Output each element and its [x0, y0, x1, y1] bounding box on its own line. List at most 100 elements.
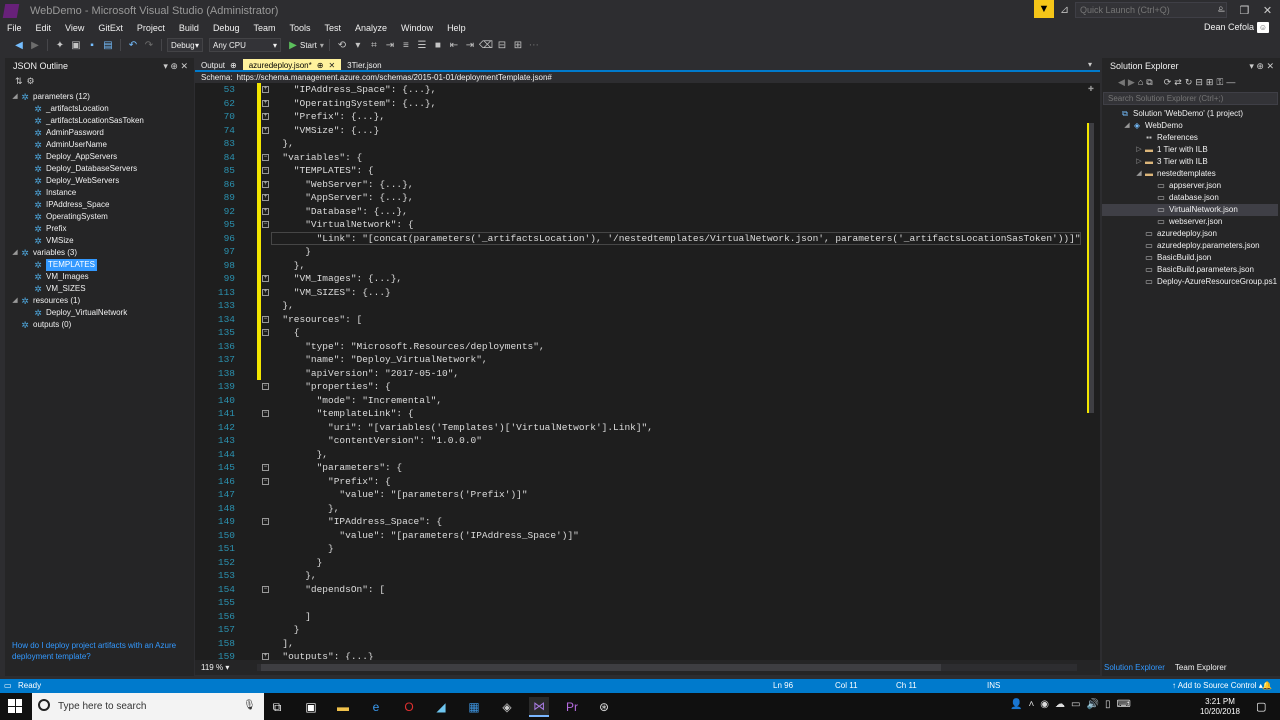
navigate-forward-icon[interactable]: ▶	[28, 38, 42, 52]
code-line[interactable]: },	[271, 569, 316, 582]
code-line[interactable]: "VirtualNetwork": {	[271, 218, 413, 231]
expanded-arrow-icon[interactable]: ◢	[1134, 168, 1144, 180]
code-line[interactable]: "parameters": {	[271, 461, 403, 474]
menu-window[interactable]: Window	[394, 21, 440, 35]
expanded-arrow-icon[interactable]: ◢	[10, 295, 20, 307]
save-icon[interactable]: ▪	[85, 38, 99, 52]
undo-icon[interactable]: ↶	[126, 38, 140, 52]
menu-file[interactable]: File	[0, 21, 29, 35]
tray-app-icon[interactable]: ◉	[1040, 699, 1049, 710]
outline-item[interactable]: ✲ AdminPassword	[33, 127, 104, 139]
code-line[interactable]: "value": "[parameters('Prefix')]"	[271, 488, 527, 501]
collapse-fold-icon[interactable]: −	[262, 585, 269, 593]
new-project-icon[interactable]: ✦	[53, 38, 67, 52]
outline-item[interactable]: ✲ _artifactsLocation	[33, 103, 108, 115]
solution-item[interactable]: ▭ appserver.json	[1146, 180, 1221, 192]
solution-item[interactable]: ▭ BasicBuild.json	[1134, 252, 1211, 264]
outline-item[interactable]: ✲ IPAddress_Space	[33, 199, 109, 211]
collapse-fold-icon[interactable]: −	[262, 477, 269, 485]
tray-chevron-icon[interactable]: ˄	[1028, 699, 1034, 710]
menu-help[interactable]: Help	[440, 21, 473, 35]
expanded-arrow-icon[interactable]: ◢	[1122, 120, 1132, 132]
collapse-fold-icon[interactable]: −	[262, 167, 269, 174]
solution-item[interactable]: ▭ BasicBuild.parameters.json	[1134, 264, 1254, 276]
outline-item[interactable]: ◢ ✲ parameters (12)	[10, 91, 90, 103]
code-line[interactable]: "VM_SIZES": {...}	[271, 286, 391, 299]
solution-configuration-dropdown[interactable]: Debug ▾	[167, 38, 203, 52]
save-all-icon[interactable]: ▤	[101, 38, 115, 52]
code-line[interactable]: },	[271, 299, 293, 312]
collapse-fold-icon[interactable]: −	[262, 221, 269, 228]
code-line[interactable]: "Database": {...},	[271, 205, 408, 218]
expand-fold-icon[interactable]: +	[262, 194, 269, 201]
expand-fold-icon[interactable]: +	[262, 113, 269, 120]
code-line[interactable]: },	[271, 259, 305, 272]
expand-fold-icon[interactable]: +	[262, 126, 269, 134]
code-line[interactable]: "VM_Images": {...},	[271, 272, 402, 285]
user-name[interactable]: Dean Cefola	[1204, 22, 1254, 32]
solution-item[interactable]: ◢ ▬ nestedtemplates	[1134, 168, 1215, 180]
menu-team[interactable]: Team	[246, 21, 282, 35]
collapsed-arrow-icon[interactable]: ▷	[1134, 156, 1144, 168]
collapse-fold-icon[interactable]: −	[262, 410, 269, 417]
toolbar-dropdown-icon[interactable]: ▾	[351, 38, 365, 52]
start-button[interactable]: ▶ Start ▾	[289, 38, 324, 52]
network-icon[interactable]: ▭	[1071, 699, 1080, 710]
solution-item[interactable]: ▭ database.json	[1146, 192, 1219, 204]
windows-start-icon[interactable]	[8, 699, 22, 713]
expanded-arrow-icon[interactable]: ◢	[10, 247, 20, 259]
code-line[interactable]: },	[271, 137, 293, 150]
cloud-app-icon[interactable]: ⊛	[594, 697, 614, 717]
collapse-fold-icon[interactable]: −	[262, 383, 269, 390]
expand-fold-icon[interactable]: +	[262, 86, 269, 93]
expanded-arrow-icon[interactable]: ◢	[10, 91, 20, 103]
code-line[interactable]: "variables": {	[271, 151, 362, 164]
outline-help-link[interactable]: How do I deploy project artifacts with a…	[12, 640, 192, 662]
outline-item[interactable]: ✲ Instance	[33, 187, 76, 199]
outline-item[interactable]: ✲ Prefix	[33, 223, 66, 235]
code-line[interactable]: "uri": "[variables('Templates')['Virtual…	[271, 421, 653, 434]
split-editor-icon[interactable]: ✚	[1088, 85, 1094, 93]
code-line[interactable]: "OperatingSystem": {...},	[271, 97, 437, 110]
switch-views-icon[interactable]: ⧉	[1146, 77, 1152, 88]
code-line[interactable]: },	[271, 502, 339, 515]
outline-item[interactable]: ✲ _artifactsLocationSasToken	[33, 115, 144, 127]
collapsed-arrow-icon[interactable]: ▷	[1134, 144, 1144, 156]
menu-debug[interactable]: Debug	[206, 21, 247, 35]
outdent-icon[interactable]: ≡	[399, 38, 413, 52]
battery-icon[interactable]: ▯	[1105, 699, 1111, 710]
powershell-icon[interactable]: ▦	[464, 697, 484, 717]
indent-icon[interactable]: ☰	[415, 38, 429, 52]
solution-item[interactable]: ▭ azuredeploy.json	[1134, 228, 1217, 240]
code-line[interactable]: "templateLink": {	[271, 407, 414, 420]
panel-tab[interactable]: Solution Explorer	[1104, 663, 1165, 672]
code-line[interactable]: ]	[271, 610, 311, 623]
volume-icon[interactable]: 🔊	[1086, 699, 1098, 710]
find-icon[interactable]: ⌗	[367, 38, 381, 52]
outline-item[interactable]: ✲ Deploy_VirtualNetwork	[33, 307, 127, 319]
panel-options-icon[interactable]: ▾ ⊕ ✕	[163, 61, 188, 72]
code-line[interactable]: "IPAddress_Space": {	[271, 515, 442, 528]
code-line[interactable]: "resources": [	[271, 313, 362, 326]
collapse-all-icon[interactable]: ⊟	[1195, 77, 1203, 88]
taskbar-search-box[interactable]: Type here to search	[32, 693, 264, 720]
zoom-level[interactable]: 119 % ▾	[195, 663, 247, 672]
properties-icon[interactable]: ⚿	[1216, 77, 1223, 88]
collapse-fold-icon[interactable]: −	[262, 518, 269, 525]
outline-item[interactable]: ✲ OperatingSystem	[33, 211, 108, 223]
code-line[interactable]: "Prefix": {...},	[271, 110, 385, 123]
code-line[interactable]: "TEMPLATES": {	[271, 164, 374, 177]
code-line[interactable]: "contentVersion": "1.0.0.0"	[271, 434, 482, 447]
outline-item[interactable]: ✲ VMSize	[33, 235, 73, 247]
code-line[interactable]: "properties": {	[271, 380, 391, 393]
code-line[interactable]: "IPAddress_Space": {...},	[271, 83, 437, 96]
horizontal-scrollbar[interactable]	[257, 664, 1077, 671]
user-avatar-icon[interactable]: ☺	[1257, 22, 1269, 33]
expand-fold-icon[interactable]: +	[262, 653, 269, 660]
close-tab-icon[interactable]: ✕	[328, 61, 335, 70]
comment-icon[interactable]: ⊟	[495, 38, 509, 52]
step-icon[interactable]: ⇥	[383, 38, 397, 52]
add-to-source-control-button[interactable]: ↑ Add to Source Control ▴	[1172, 681, 1263, 690]
expand-fold-icon[interactable]: +	[262, 288, 269, 296]
code-line[interactable]: },	[271, 448, 328, 461]
